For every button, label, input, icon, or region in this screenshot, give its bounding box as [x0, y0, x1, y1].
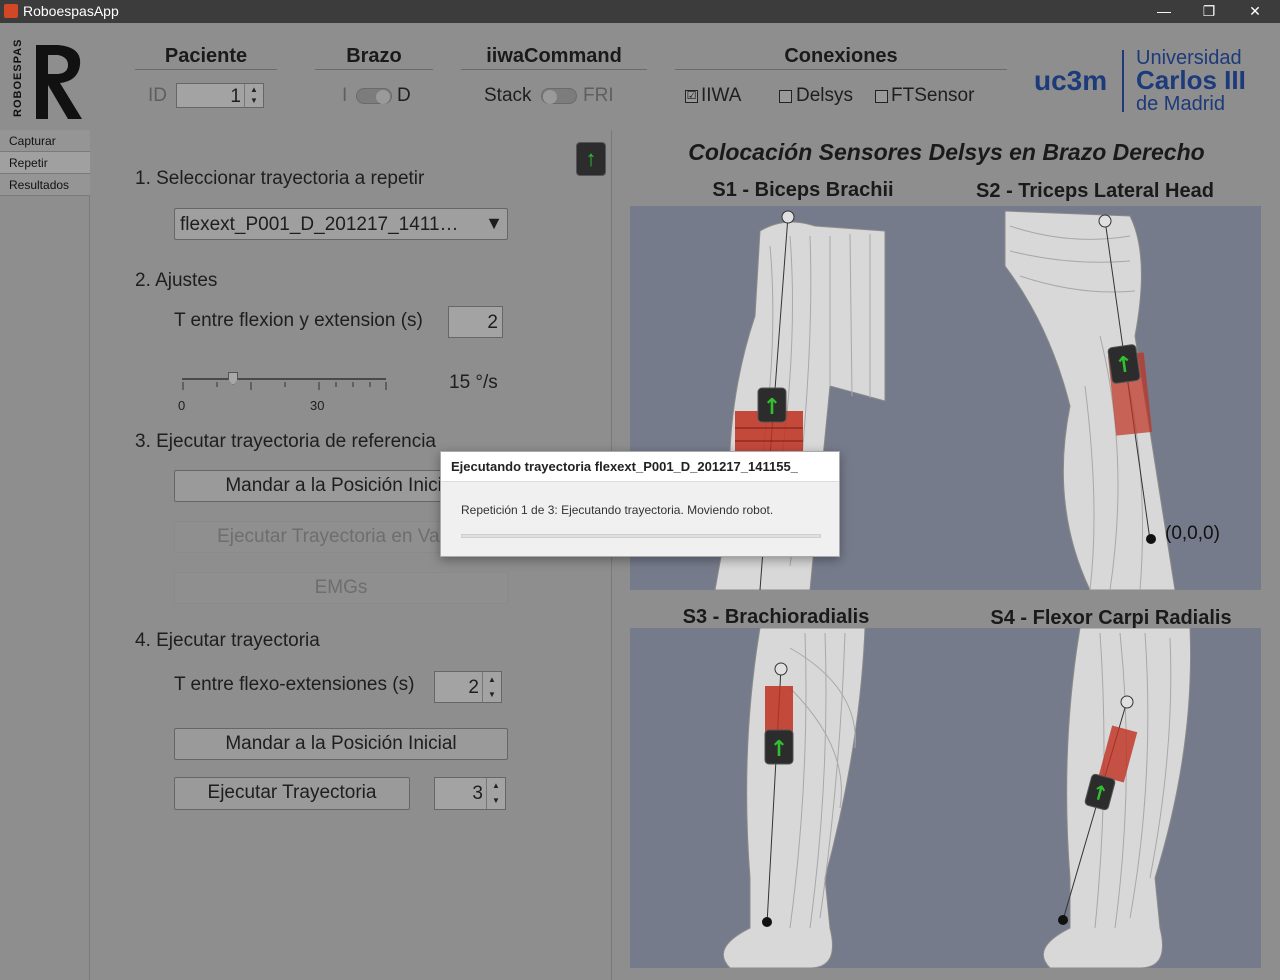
t-flexion-value: 2: [487, 312, 498, 333]
minimize-button[interactable]: —: [1141, 0, 1187, 23]
sidebar: Capturar Repetir Resultados: [0, 130, 90, 980]
conexiones-label: Conexiones: [784, 45, 898, 67]
iiwa-checkbox[interactable]: ☑: [685, 90, 698, 103]
s2-title: S2 - Triceps Lateral Head: [976, 180, 1214, 202]
run-trajectory-button[interactable]: Ejecutar Trayectoria: [174, 777, 410, 810]
repetitions-value: 3: [472, 783, 483, 804]
s3-title: S3 - Brachioradialis: [682, 606, 870, 628]
trajectory-dropdown[interactable]: flexext_P001_D_201217_1411… ▼: [174, 208, 508, 240]
iiwa-left-label: Stack: [484, 85, 532, 106]
uc3m-short: uc3m: [1034, 65, 1108, 96]
toggle-knob: [543, 90, 557, 104]
uni-line3: de Madrid: [1136, 93, 1225, 115]
window-title: RoboespasApp: [23, 3, 119, 19]
conexiones-divider: [675, 69, 1007, 70]
send-home-button-2[interactable]: Mandar a la Posición Inicial: [174, 728, 508, 760]
title-bar: RoboespasApp — ❐ ✕: [0, 0, 1280, 23]
restore-button[interactable]: ❐: [1186, 0, 1232, 23]
logo-r-icon: [36, 45, 82, 119]
uni-line2: Carlos III: [1136, 65, 1246, 95]
brazo-right-label: D: [397, 85, 411, 106]
emgs-button[interactable]: EMGs: [174, 572, 508, 604]
iiwa-checkbox-label: IIWA: [701, 85, 742, 106]
slider-track: [182, 378, 386, 380]
svg-text:↑: ↑: [763, 395, 781, 420]
iiwa-command-label: iiwaCommand: [486, 45, 622, 67]
dropdown-arrow-icon: ▼: [485, 213, 503, 233]
repetitions-spinner[interactable]: 3 ▲ ▼: [434, 777, 506, 810]
slider-ticks: [182, 382, 387, 390]
spinner-arrows-icon[interactable]: ▲ ▼: [482, 672, 501, 702]
t-flexion-input[interactable]: 2: [448, 306, 503, 338]
t-flexoext-label: T entre flexo-extensiones (s): [174, 674, 415, 695]
toggle-knob: [376, 90, 390, 104]
tab-capturar[interactable]: Capturar: [0, 130, 90, 152]
ftsensor-checkbox[interactable]: [875, 90, 888, 103]
speed-readout: 15 °/s: [449, 372, 498, 393]
tab-repetir[interactable]: Repetir: [0, 152, 90, 174]
forearm-illustration: ↑ ↑: [722, 628, 1192, 968]
step1-title: 1. Seleccionar trayectoria a repetir: [135, 168, 425, 189]
sensor-placement-title: Colocación Sensores Delsys en Brazo Dere…: [688, 139, 1205, 165]
up-arrow-button[interactable]: ↑: [576, 142, 606, 176]
id-label: ID: [148, 85, 167, 106]
delsys-checkbox[interactable]: [779, 90, 792, 103]
logo-text: ROBOESPAS: [12, 38, 24, 117]
spinner-arrows-icon[interactable]: ▲ ▼: [486, 778, 505, 809]
brazo-toggle[interactable]: [356, 88, 392, 104]
patient-id-spinner[interactable]: 1 ▲ ▼: [176, 83, 264, 108]
dialog-progress-bar: [461, 534, 821, 538]
progress-dialog: Ejecutando trayectoria flexext_P001_D_20…: [440, 451, 840, 557]
ftsensor-checkbox-label: FTSensor: [891, 85, 975, 106]
svg-text:↑: ↑: [1113, 352, 1135, 379]
tab-resultados[interactable]: Resultados: [0, 174, 90, 196]
svg-text:↑: ↑: [770, 737, 788, 762]
paciente-label: Paciente: [164, 45, 248, 67]
patient-id-value: 1: [230, 86, 241, 107]
iiwa-toggle[interactable]: [541, 88, 577, 104]
close-button[interactable]: ✕: [1232, 0, 1278, 23]
delsys-checkbox-label: Delsys: [796, 85, 854, 106]
spinner-arrows-icon[interactable]: ▲ ▼: [244, 84, 263, 107]
logo-divider: [1122, 50, 1124, 112]
matlab-app-icon: [4, 4, 18, 18]
iiwa-divider: [461, 69, 647, 70]
trajectory-selected: flexext_P001_D_201217_1411…: [180, 214, 459, 235]
header-panel: ROBOESPAS Paciente ID 1 ▲ ▼ Brazo I D iiw…: [0, 23, 1280, 130]
brazo-left-label: I: [342, 85, 348, 106]
slider-min-label: 0: [178, 398, 186, 413]
iiwa-right-label: FRI: [583, 85, 614, 106]
dialog-title: Ejecutando trayectoria flexext_P001_D_20…: [441, 452, 839, 482]
s4-title: S4 - Flexor Carpi Radialis: [990, 607, 1232, 629]
t-flexion-label: T entre flexion y extension (s): [174, 310, 423, 331]
step2-title: 2. Ajustes: [135, 270, 218, 291]
roboespas-logo: ROBOESPAS: [10, 38, 90, 123]
forearm-image: ↑ ↑: [630, 628, 1261, 968]
step3-title: 3. Ejecutar trayectoria de referencia: [135, 431, 436, 452]
step4-title: 4. Ejecutar trayectoria: [135, 630, 320, 651]
dialog-message: Repetición 1 de 3: Ejecutando trayectori…: [461, 503, 774, 517]
brazo-divider: [315, 69, 433, 70]
origin-label: (0,0,0): [1165, 523, 1220, 544]
brazo-label: Brazo: [346, 45, 402, 67]
slider-mid-label: 30: [310, 398, 325, 413]
speed-slider[interactable]: [182, 370, 388, 410]
s1-title: S1 - Biceps Brachii: [712, 179, 894, 201]
t-flexoext-value: 2: [468, 677, 479, 698]
uc3m-logo: uc3m Universidad Carlos III de Madrid: [1030, 47, 1252, 117]
paciente-divider: [135, 69, 277, 70]
t-flexoext-spinner[interactable]: 2 ▲ ▼: [434, 671, 502, 703]
